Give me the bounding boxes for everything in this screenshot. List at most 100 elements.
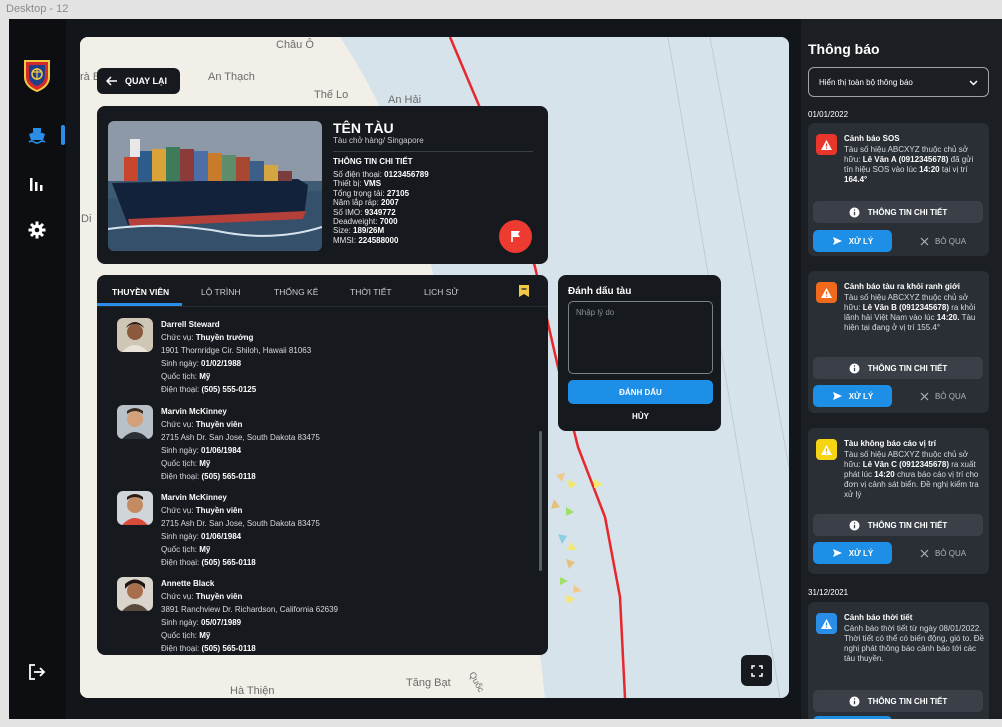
tab-weather[interactable]: THỜI TIẾT [350, 287, 392, 297]
handle-button[interactable]: XỬ LÝ [813, 385, 892, 407]
ship-photo [108, 121, 322, 251]
date-group-label: 31/12/2021 [808, 588, 849, 597]
tab-history[interactable]: LỊCH SỬ [424, 287, 459, 297]
notification-card: Cảnh báo tàu ra khỏi ranh giới Tàu số hi… [808, 271, 989, 413]
ship-field: Số điện thoại: 0123456789 [333, 170, 429, 179]
detail-button[interactable]: THÔNG TIN CHI TIẾT [813, 357, 983, 379]
crew-nationality: Quốc tịch: Mỹ [161, 545, 211, 554]
detail-button[interactable]: THÔNG TIN CHI TIẾT [813, 514, 983, 536]
crew-phone: Điện thoại: (505) 565-0118 [161, 644, 256, 653]
crew-dob: Sinh ngày: 01/06/1984 [161, 532, 242, 541]
map-place-label: Thế Lo [314, 89, 349, 101]
mark-submit-button[interactable]: ĐÁNH DẤU [568, 380, 713, 404]
crew-address: 2715 Ash Dr. San Jose, South Dakota 8347… [161, 433, 320, 442]
detail-button[interactable]: THÔNG TIN CHI TIẾT [813, 201, 983, 223]
ship-field: Deadweight: 7000 [333, 217, 398, 227]
avatar [117, 405, 153, 439]
warning-icon [816, 134, 837, 155]
handle-button[interactable]: XỬ LÝ [813, 230, 892, 252]
crew-address: 3891 Ranchview Dr. Richardson, Californi… [161, 605, 338, 614]
map-place-label: An Hải [388, 94, 422, 106]
bookmark-icon[interactable] [518, 284, 530, 298]
logout-icon[interactable] [25, 660, 49, 684]
skip-button[interactable]: BỎ QUA [912, 542, 974, 564]
crew-address: 2715 Ash Dr. San Jose, South Dakota 8347… [161, 519, 320, 528]
ship-detail-list: Số điện thoại: 0123456789 Thiết bị: VMS … [333, 170, 429, 245]
crew-panel: THUYỀN VIÊN LỘ TRÌNH THỐNG KÊ THỜI TIẾT … [97, 275, 548, 655]
handle-button[interactable]: XỬ LÝ [813, 542, 892, 564]
notification-card: Tàu không báo cáo vị trí Tàu số hiệu ABC… [808, 428, 989, 574]
ship-name: TÊN TÀU [333, 120, 394, 136]
crew-list-item[interactable]: Marvin McKinney Chức vụ: Thuyền viên 271… [117, 405, 517, 487]
ship-tabs: THUYỀN VIÊN LỘ TRÌNH THỐNG KÊ THỜI TIẾT … [97, 275, 548, 307]
notification-panel: Thông báo Hiển thị toàn bộ thông báo 01/… [801, 19, 1002, 719]
tab-crew[interactable]: THUYỀN VIÊN [112, 287, 169, 297]
settings-gear-icon[interactable] [25, 218, 49, 242]
crew-nationality: Quốc tịch: Mỹ [161, 631, 211, 640]
crew-list-item[interactable]: Darrell Steward Chức vụ: Thuyền trưởng 1… [117, 318, 517, 400]
avatar [117, 318, 153, 352]
crew-name: Marvin McKinney [161, 493, 227, 502]
ship-field: Size: 189/26M [333, 226, 385, 236]
ship-field: Thiết bị: VMS [333, 179, 382, 189]
crew-list-item[interactable]: Marvin McKinney Chức vụ: Thuyền viên 271… [117, 491, 517, 573]
notification-filter-select[interactable]: Hiển thị toàn bộ thông báo [808, 67, 989, 97]
app-window: Châu Ô rà Bồng An Thạch Thế Lo An Hải Di… [9, 19, 1002, 719]
info-icon [849, 696, 860, 706]
back-button-label: QUAY LẠI [125, 76, 168, 86]
crew-nationality: Quốc tịch: Mỹ [161, 372, 211, 381]
close-icon [920, 237, 929, 245]
close-icon [920, 549, 929, 557]
mark-panel-title: Đánh dấu tàu [568, 286, 632, 297]
map-place-label: Tăng Bạt [406, 677, 451, 689]
crew-dob: Sinh ngày: 01/06/1984 [161, 446, 242, 455]
notification-card-body: Tàu số hiệu ABCXYZ thuộc chủ sở hữu: Lê … [844, 293, 976, 332]
mark-reason-input[interactable] [568, 301, 713, 374]
send-icon [832, 237, 842, 245]
fullscreen-icon [750, 664, 763, 677]
info-icon [849, 207, 860, 217]
send-icon [832, 549, 842, 557]
skip-button[interactable]: BỎ QUA [912, 385, 974, 407]
avatar [117, 491, 153, 525]
handle-button[interactable]: XỬ LÝ [813, 716, 892, 719]
close-icon [920, 392, 929, 400]
notification-card: Cảnh báo SOS Tàu số hiệu ABCXYZ thuộc ch… [808, 123, 989, 256]
map-place-label: An Thạch [208, 71, 255, 83]
coast-guard-logo [22, 59, 52, 93]
tab-route[interactable]: LỘ TRÌNH [201, 287, 241, 297]
statistics-nav-icon[interactable] [25, 172, 49, 196]
flag-ship-button[interactable] [499, 220, 532, 253]
notification-card-body: Cảnh báo thời tiết từ ngày 08/01/2022. T… [844, 624, 984, 663]
avatar [117, 577, 153, 611]
frame-label: Desktop - 12 [6, 3, 69, 15]
crew-scrollbar[interactable] [539, 431, 542, 571]
crew-role: Chức vụ: Thuyền viên [161, 506, 243, 515]
fullscreen-button[interactable] [741, 655, 772, 686]
info-icon [849, 520, 860, 530]
map-place-label: Châu Ô [276, 39, 314, 51]
tab-statistics[interactable]: THỐNG KÊ [274, 287, 318, 297]
ship-field: Năm lắp ráp: 2007 [333, 198, 399, 208]
chevron-down-icon [969, 80, 978, 86]
crew-dob: Sinh ngày: 05/07/1989 [161, 618, 242, 627]
map-view[interactable]: Châu Ô rà Bồng An Thạch Thế Lo An Hải Di… [80, 37, 789, 698]
warning-icon [816, 439, 837, 460]
detail-button[interactable]: THÔNG TIN CHI TIẾT [813, 690, 983, 712]
back-button[interactable]: QUAY LẠI [97, 68, 180, 94]
mark-cancel-button[interactable]: HỦY [568, 408, 713, 424]
crew-details: Marvin McKinney Chức vụ: Thuyền viên 271… [161, 491, 320, 569]
crew-list-item[interactable]: Annette Black Chức vụ: Thuyền viên 3891 … [117, 577, 517, 655]
crew-name: Annette Black [161, 579, 215, 588]
notification-card-title: Cảnh báo SOS [844, 134, 900, 143]
divider [333, 151, 533, 152]
ship-field: MMSI: 224588000 [333, 235, 399, 245]
skip-button[interactable]: BỎ QUA [912, 230, 974, 252]
ship-subtitle: Tàu chở hàng/ Singapore [333, 136, 424, 145]
crew-name: Marvin McKinney [161, 407, 227, 416]
crew-details: Darrell Steward Chức vụ: Thuyền trưởng 1… [161, 318, 311, 396]
ship-nav-icon[interactable] [25, 123, 49, 147]
arrow-left-icon [106, 76, 117, 86]
ship-detail-title: THÔNG TIN CHI TIẾT [333, 157, 413, 166]
notification-card-title: Cảnh báo tàu ra khỏi ranh giới [844, 282, 960, 291]
